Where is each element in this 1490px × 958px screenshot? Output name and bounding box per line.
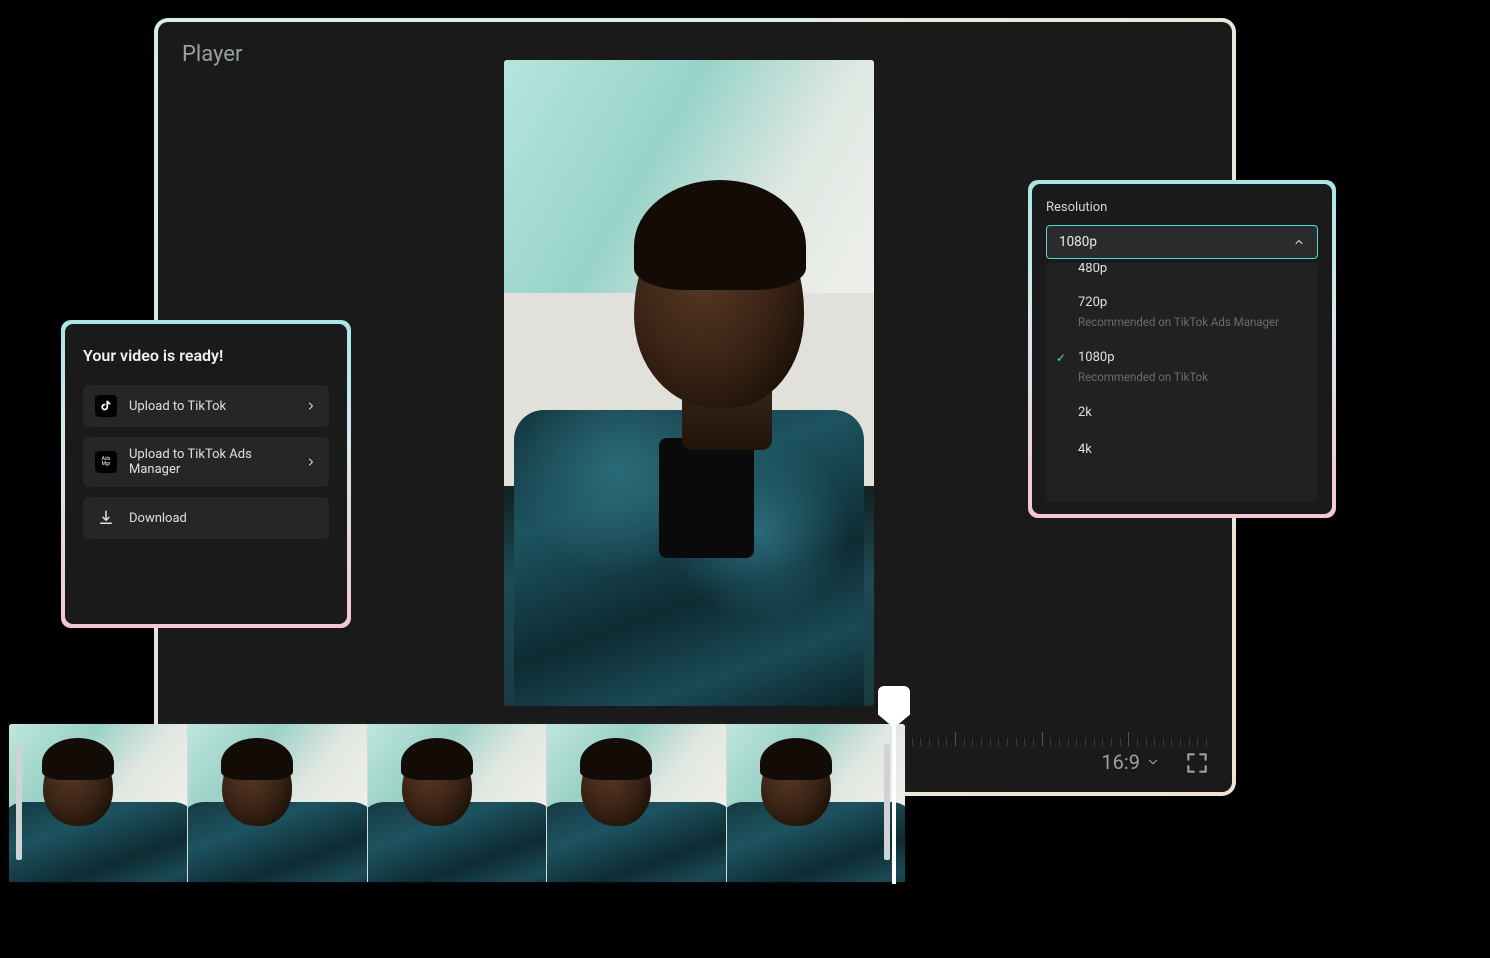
tiktok-icon xyxy=(95,395,117,417)
timeline-thumbnail[interactable] xyxy=(546,724,725,882)
option-label: Upload to TikTok Ads Manager xyxy=(129,447,305,477)
export-ready-popup: Your video is ready! Upload to TikTok Ad… xyxy=(61,320,351,628)
timeline-thumbnail[interactable] xyxy=(726,724,905,882)
resolution-option-value: 480p xyxy=(1078,263,1107,276)
resolution-options-list: 480p 720p Recommended on TikTok Ads Manage… xyxy=(1046,263,1318,502)
resolution-option-subtitle: Recommended on TikTok xyxy=(1078,370,1302,385)
chevron-right-icon xyxy=(305,456,317,468)
resolution-option-subtitle: Recommended on TikTok Ads Manager xyxy=(1078,315,1302,330)
resolution-option-value: 2k xyxy=(1078,405,1092,420)
chevron-right-icon xyxy=(305,400,317,412)
download-icon xyxy=(95,507,117,529)
resolution-selected-value: 1080p xyxy=(1059,234,1097,250)
option-label: Download xyxy=(129,511,317,526)
resolution-option[interactable]: 4k xyxy=(1046,432,1318,469)
clip-trim-handle-right[interactable] xyxy=(884,744,890,860)
video-preview[interactable] xyxy=(504,60,874,706)
ads-manager-icon: AdsMgr xyxy=(95,451,117,473)
resolution-popup: Resolution 1080p 480p 720p Recommended on … xyxy=(1028,180,1336,518)
clip-trim-handle-left[interactable] xyxy=(16,744,22,860)
timeline-thumbnail[interactable] xyxy=(187,724,366,882)
timeline-clip-strip[interactable] xyxy=(9,724,905,882)
option-label: Upload to TikTok xyxy=(129,399,305,414)
chevron-up-icon xyxy=(1293,236,1305,248)
upload-to-ads-manager-button[interactable]: AdsMgr Upload to TikTok Ads Manager xyxy=(83,437,329,487)
timeline-thumbnail[interactable] xyxy=(367,724,546,882)
fullscreen-button[interactable] xyxy=(1184,750,1210,776)
chevron-down-icon xyxy=(1146,755,1160,769)
resolution-option[interactable]: 2k xyxy=(1046,395,1318,432)
resolution-option[interactable]: 720p Recommended on TikTok Ads Manager xyxy=(1046,285,1318,340)
timeline-thumbnail[interactable] xyxy=(9,724,187,882)
resolution-option[interactable]: 480p xyxy=(1046,263,1318,285)
aspect-ratio-dropdown[interactable]: 16:9 xyxy=(1101,750,1160,774)
export-ready-title: Your video is ready! xyxy=(83,346,329,365)
download-button[interactable]: Download xyxy=(83,497,329,539)
resolution-option-value: 720p xyxy=(1078,295,1107,310)
resolution-label: Resolution xyxy=(1046,200,1318,215)
player-title: Player xyxy=(182,42,242,67)
resolution-option[interactable]: ✓ 1080p Recommended on TikTok xyxy=(1046,340,1318,395)
upload-to-tiktok-button[interactable]: Upload to TikTok xyxy=(83,385,329,427)
fullscreen-icon xyxy=(1184,750,1210,776)
aspect-ratio-label: 16:9 xyxy=(1101,750,1140,774)
check-icon: ✓ xyxy=(1056,351,1066,367)
resolution-option-value: 1080p xyxy=(1078,350,1115,365)
resolution-select[interactable]: 1080p xyxy=(1046,225,1318,259)
resolution-option-value: 4k xyxy=(1078,442,1092,457)
